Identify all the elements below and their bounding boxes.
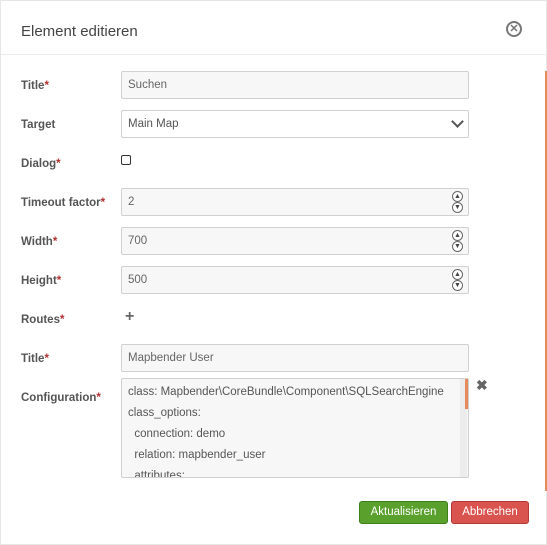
spin-down-icon[interactable]: ▼	[452, 280, 463, 291]
dialog-label-text: Dialog	[21, 158, 57, 170]
title-label: Title*	[21, 80, 49, 92]
routes-label-text: Routes	[21, 314, 60, 326]
spin-up-icon[interactable]: ▲	[452, 191, 463, 202]
edit-element-dialog: Element editieren ✕ Title* Suchen Target…	[0, 0, 547, 545]
config-line: class_options:	[128, 407, 201, 419]
cancel-button[interactable]: Abbrechen	[451, 501, 529, 524]
timeout-factor-label: Timeout factor*	[21, 197, 105, 209]
width-label-text: Width	[21, 236, 53, 248]
route-title-label: Title*	[21, 353, 49, 365]
target-select-value: Main Map	[128, 118, 179, 130]
config-line: relation: mapbender_user	[128, 449, 266, 461]
config-line: class: Mapbender\CoreBundle\Component\SQ…	[128, 386, 444, 398]
add-route-icon[interactable]: +	[125, 308, 134, 326]
configuration-label: Configuration*	[21, 392, 101, 404]
title-input[interactable]: Suchen	[121, 71, 469, 99]
target-select[interactable]: Main Map	[121, 110, 469, 138]
remove-route-icon[interactable]: ✖	[476, 377, 488, 394]
width-label: Width*	[21, 236, 57, 248]
target-label: Target	[21, 119, 55, 131]
required-mark: *	[96, 392, 101, 404]
height-value: 500	[128, 274, 148, 286]
required-mark: *	[56, 158, 61, 170]
height-label: Height*	[21, 275, 61, 287]
routes-label: Routes*	[21, 314, 64, 326]
height-input[interactable]: 500 ▲ ▼	[121, 266, 469, 294]
header-divider	[1, 54, 547, 55]
spin-down-icon[interactable]: ▼	[452, 202, 463, 213]
spin-up-icon[interactable]: ▲	[452, 269, 463, 280]
width-value: 700	[128, 235, 148, 247]
required-mark: *	[100, 197, 106, 209]
spin-up-icon[interactable]: ▲	[452, 230, 463, 241]
configuration-textarea[interactable]: class: Mapbender\CoreBundle\Component\SQ…	[121, 378, 469, 478]
timeout-label-text: Timeout factor	[21, 197, 101, 209]
timeout-value: 2	[128, 196, 135, 208]
dialog-checkbox[interactable]	[121, 155, 131, 165]
required-mark: *	[44, 80, 49, 92]
chevron-down-icon	[451, 115, 464, 128]
update-button[interactable]: Aktualisieren	[359, 501, 448, 524]
target-label-text: Target	[21, 119, 56, 131]
config-line: connection: demo	[128, 428, 226, 440]
required-mark: *	[52, 236, 58, 248]
route-title-label-text: Title	[21, 353, 45, 365]
textarea-scroll-thumb[interactable]	[465, 379, 468, 409]
dialog-title: Element editieren	[21, 23, 138, 40]
required-mark: *	[56, 275, 62, 287]
configuration-label-text: Configuration	[21, 392, 97, 404]
width-input[interactable]: 700 ▲ ▼	[121, 227, 469, 255]
height-label-text: Height	[21, 275, 57, 287]
config-line: attributes:	[128, 470, 185, 478]
close-icon[interactable]: ✕	[506, 21, 522, 37]
route-title-input[interactable]: Mapbender User	[121, 344, 469, 372]
dialog-label: Dialog*	[21, 158, 61, 170]
required-mark: *	[44, 353, 49, 365]
spin-down-icon[interactable]: ▼	[452, 241, 463, 252]
title-label-text: Title	[21, 80, 45, 92]
timeout-factor-input[interactable]: 2 ▲ ▼	[121, 188, 469, 216]
required-mark: *	[59, 314, 65, 326]
